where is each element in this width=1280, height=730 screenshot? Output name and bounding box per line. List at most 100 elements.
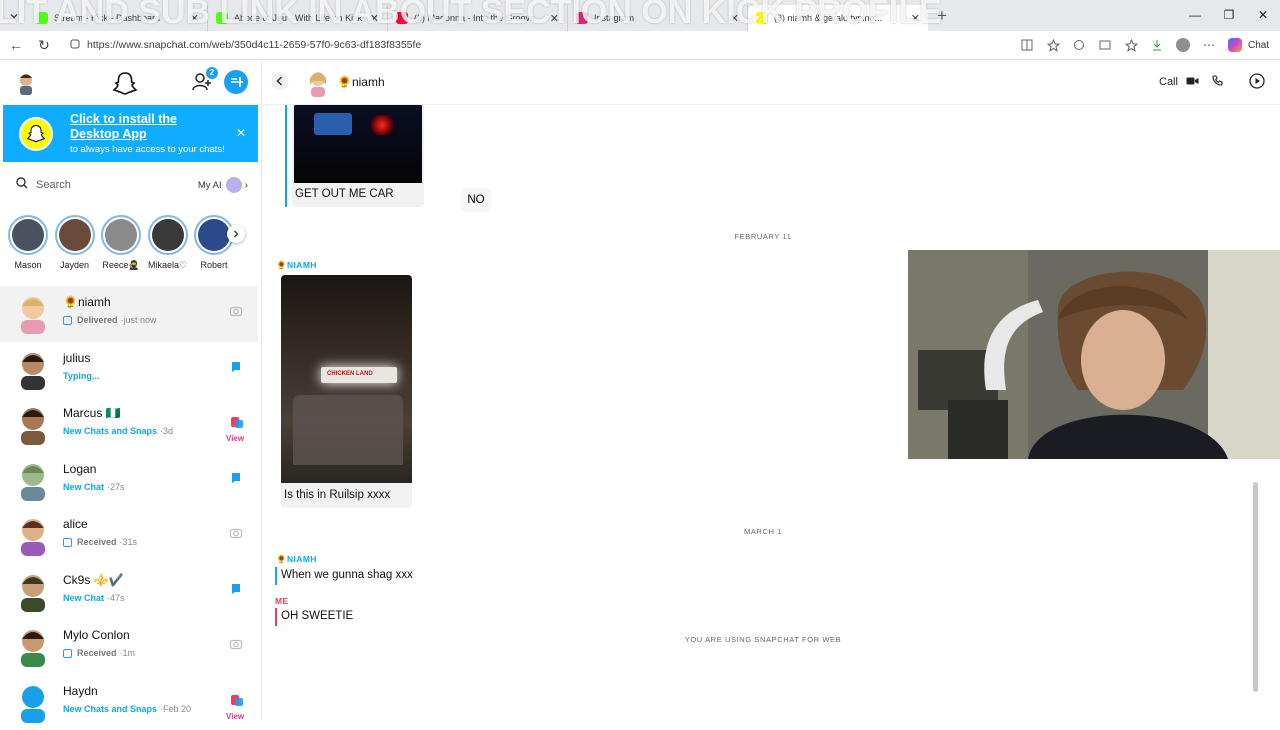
chat-list-item[interactable]: Ck9s ⚜️✔️ New Chat · 47s (0, 564, 258, 620)
app-grid-icon[interactable] (1014, 35, 1040, 55)
phone-icon[interactable] (1212, 75, 1223, 89)
chat-bubble-icon[interactable] (229, 360, 243, 374)
chat-list-item[interactable]: Haydn New Chats and Snaps · Feb 20 View (0, 675, 258, 730)
back-nav-button[interactable]: ← (4, 37, 28, 53)
site-info-icon[interactable] (70, 39, 80, 52)
tab-close-icon[interactable]: ✕ (190, 12, 199, 25)
camera-icon[interactable] (229, 637, 243, 651)
snap-thumbnail-image[interactable] (294, 105, 422, 183)
story-item[interactable]: Mikaela♡ (146, 215, 190, 271)
back-button[interactable] (271, 72, 289, 90)
camera-icon[interactable] (229, 526, 243, 540)
chat-bubble-icon[interactable] (229, 471, 243, 485)
favorite-star-icon[interactable] (1040, 35, 1066, 55)
contact-avatar[interactable] (306, 69, 330, 97)
story-thumbnail (59, 219, 91, 251)
sidebar-header: 2 (0, 61, 261, 105)
chat-list-item[interactable]: Mylo Conlon Received · 1m (0, 619, 258, 675)
profile-icon[interactable] (1170, 35, 1196, 55)
chat-list-item[interactable]: Logan New Chat · 27s (0, 453, 258, 509)
story-ring (101, 215, 141, 255)
view-snap-label[interactable]: View (226, 712, 244, 721)
friend-request-badge: 2 (206, 67, 218, 79)
tab-favicon-icon (216, 12, 228, 24)
chat-avatar (13, 403, 53, 445)
chat-status-kind: Received (77, 648, 117, 658)
copilot-chat-button[interactable]: Chat (1228, 38, 1269, 52)
status-received-icon (63, 538, 72, 547)
snap-caption: GET OUT ME CAR (295, 188, 394, 200)
story-item[interactable]: Reece🥷 (99, 215, 143, 271)
extension-icon[interactable] (1066, 35, 1092, 55)
search-bar[interactable]: Search My AI › (6, 172, 248, 198)
tab-menu-chevron-icon[interactable] (0, 0, 28, 31)
copilot-label: Chat (1248, 40, 1269, 51)
chat-avatar (13, 681, 53, 723)
story-item[interactable]: Robert (192, 215, 236, 270)
downloads-icon[interactable] (1144, 35, 1170, 55)
view-snap-label[interactable]: View (226, 434, 244, 443)
search-input[interactable]: Search (36, 179, 198, 191)
story-item[interactable]: Mason (6, 215, 50, 270)
browser-tab[interactable]: Instagram ✕ (568, 5, 748, 31)
close-icon[interactable]: ✕ (236, 126, 246, 140)
more-menu-icon[interactable]: ⋯ (1196, 35, 1222, 55)
chat-time: 27s (110, 482, 125, 492)
snap-media-card[interactable]: GET OUT ME CAR (292, 105, 424, 207)
story-item[interactable]: Jayden (53, 215, 97, 270)
browser-tab[interactable]: (3) Madonna - Into the Groove ✕ (388, 5, 568, 31)
maximize-icon[interactable]: ❐ (1212, 0, 1246, 31)
my-bitmoji-avatar[interactable] (14, 71, 38, 95)
story-thumbnail (198, 219, 230, 251)
tab-close-icon[interactable]: ✕ (370, 12, 379, 25)
install-banner-title[interactable]: Click to install the Desktop App (70, 112, 220, 142)
chat-list-item[interactable]: Marcus 🇳🇬 New Chats and Snaps · 3d View (0, 397, 258, 453)
chat-bubble-icon[interactable] (229, 582, 243, 596)
call-button[interactable]: Call (1159, 71, 1223, 93)
favorites-icon[interactable] (1118, 35, 1144, 55)
chat-list-item[interactable]: julius Typing... (0, 342, 258, 398)
new-tab-button[interactable]: + (928, 6, 956, 26)
tab-close-icon[interactable]: ✕ (550, 12, 559, 25)
snapchat-ghost-icon[interactable] (112, 71, 138, 97)
chat-time: 47s (110, 593, 125, 603)
new-snaps-icon[interactable] (229, 415, 243, 429)
message-text: When we gunna shag xxx (281, 569, 413, 581)
conversation-header: 🌻niamh Call (263, 61, 1280, 105)
sender-accent-bar (275, 567, 277, 585)
install-desktop-app-banner[interactable]: Click to install the Desktop App to alwa… (3, 105, 258, 162)
chat-name: julius (63, 351, 90, 365)
video-camera-icon[interactable] (1186, 76, 1199, 89)
stories-next-chevron-icon[interactable] (227, 225, 245, 243)
browser-tab[interactable]: Stream - Kick - Dashboard ✕ (28, 5, 208, 31)
sender-label: ME (275, 596, 289, 606)
chat-status: Typing... (63, 371, 102, 381)
close-window-icon[interactable]: ✕ (1246, 0, 1280, 31)
browser-tab[interactable]: Abode of Jeu - With Life on Kick ✕ (208, 5, 388, 31)
new-snaps-icon[interactable] (229, 693, 243, 707)
add-friends-button[interactable]: 2 (191, 71, 215, 95)
my-ai-avatar (226, 177, 242, 193)
tab-close-icon[interactable]: ✕ (730, 12, 739, 25)
tab-favicon-icon (396, 12, 408, 24)
chat-list-item[interactable]: 🌻niamh Delivered · just now (0, 286, 258, 342)
chat-list-item[interactable]: alice Received · 31s (0, 508, 258, 564)
split-screen-icon[interactable] (1092, 35, 1118, 55)
send-snap-play-icon[interactable] (1249, 73, 1265, 94)
tab-close-icon[interactable]: ✕ (911, 12, 920, 25)
chat-avatar (13, 348, 53, 390)
minimize-icon[interactable]: — (1178, 0, 1212, 31)
chat-status: New Chats and Snaps · 3d (63, 426, 173, 436)
snap-thumbnail-image[interactable]: CHICKEN LAND (281, 275, 412, 483)
refresh-button[interactable]: ↻ (32, 37, 56, 54)
browser-tab[interactable]: (3) niamh & gerald typing... ✕ (748, 5, 928, 31)
my-ai-button[interactable]: My AI › (198, 177, 248, 193)
contact-name[interactable]: 🌻niamh (337, 75, 385, 89)
snap-media-card[interactable]: CHICKEN LAND Is this in Ruilsip xxxx (281, 275, 412, 508)
chat-name: 🌻niamh (63, 295, 111, 309)
url-field[interactable]: https://www.snapchat.com/web/350d4c11-26… (64, 34, 1014, 56)
story-name: Mason (6, 260, 50, 270)
new-chat-button[interactable] (224, 70, 248, 94)
camera-icon[interactable] (229, 304, 243, 318)
thread-scrollbar[interactable] (1253, 482, 1258, 692)
